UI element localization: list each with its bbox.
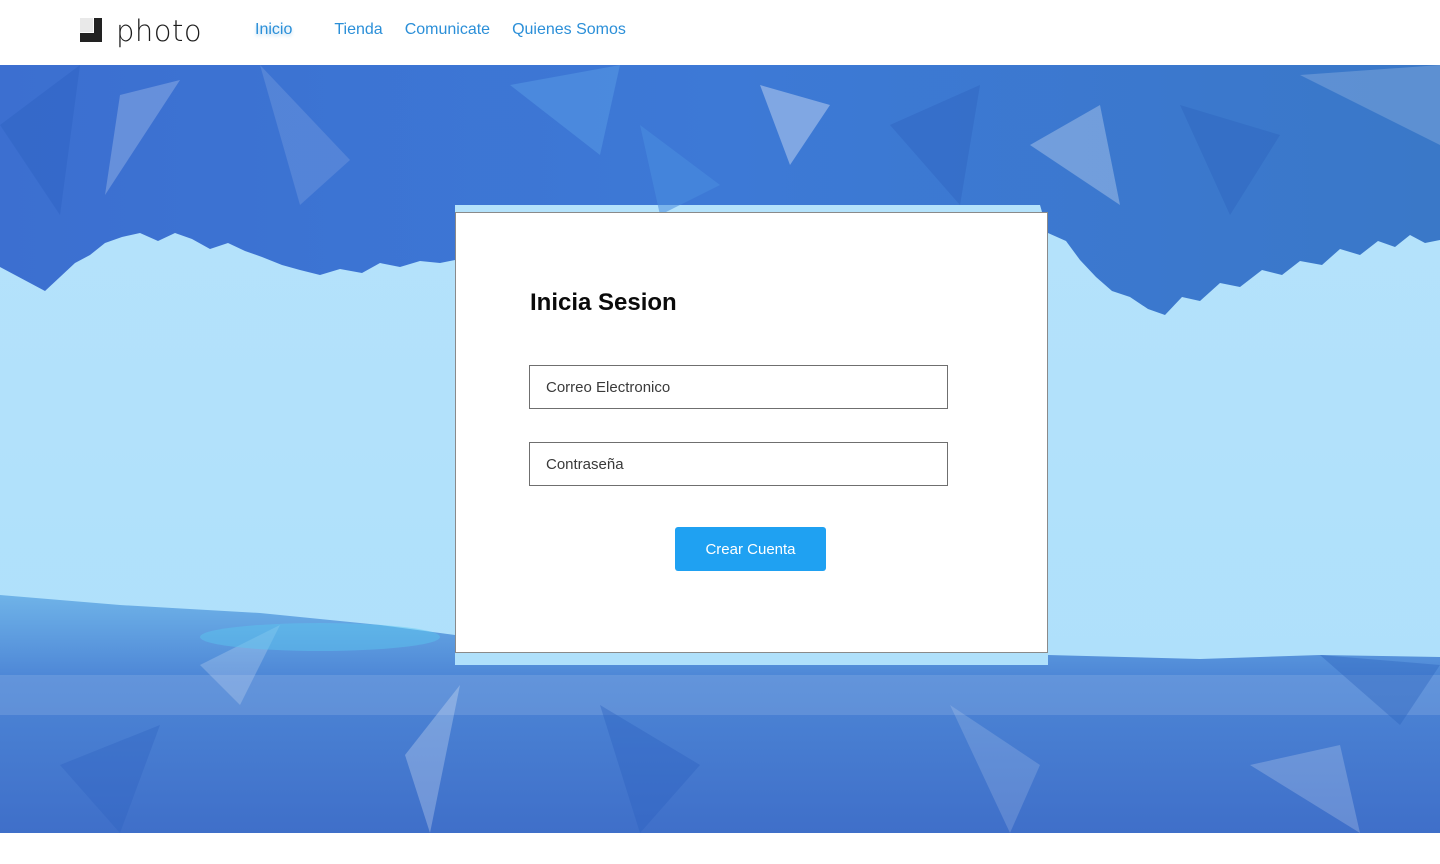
email-field[interactable] [529,365,948,409]
logo-text: photo [116,13,203,48]
nav-link-inicio[interactable]: Inicio [255,19,292,41]
nav-link-comunicate[interactable]: Comunicate [405,19,490,41]
nav-link-tienda[interactable]: Tienda [334,19,382,41]
nav-link-quienes-somos[interactable]: Quienes Somos [512,19,626,41]
login-title: Inicia Sesion [530,289,677,316]
password-field[interactable] [529,442,948,486]
footer-strip [0,833,1440,864]
main-nav: Inicio Tienda Comunicate Quienes Somos [255,19,648,41]
photo-squares-icon [80,18,104,44]
logo-link[interactable]: photo [80,14,202,48]
create-account-button[interactable]: Crear Cuenta [675,527,826,571]
login-card: Inicia Sesion Crear Cuenta [455,212,1048,653]
site-header: photo Inicio Tienda Comunicate Quienes S… [0,0,1440,65]
